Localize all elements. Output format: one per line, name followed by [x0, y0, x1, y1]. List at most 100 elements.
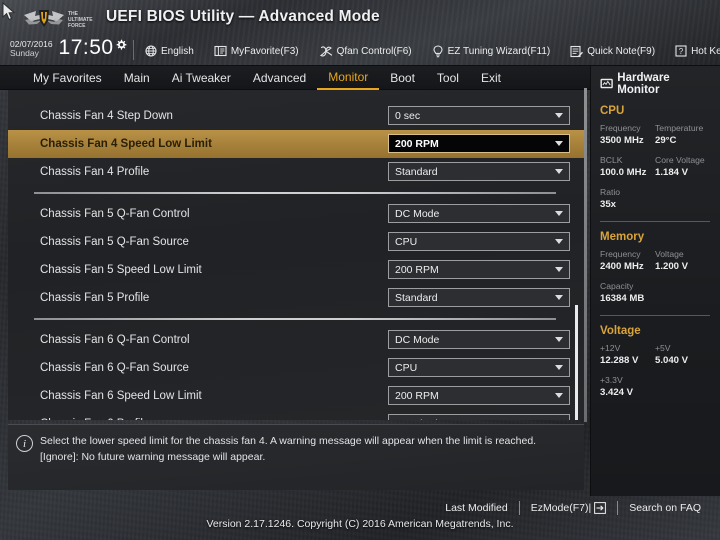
setting-value: DC Mode [395, 207, 440, 220]
chevron-down-icon [555, 295, 563, 300]
setting-value: Standard [395, 418, 555, 421]
setting-row-chassis-fan-5-profile[interactable]: Chassis Fan 5 Profile Standard [8, 284, 584, 312]
group-separator [8, 186, 584, 200]
tab-advanced[interactable]: Advanced [242, 67, 317, 89]
last-modified-button[interactable]: Last Modified [434, 502, 518, 514]
monitor-icon [600, 78, 613, 89]
hw-entry-5v: +5V 5.040 V [655, 342, 710, 367]
hardware-monitor-panel: Hardware Monitor CPU Frequency 3500 MHz … [590, 66, 720, 496]
setting-dropdown[interactable]: 200 RPM [388, 260, 570, 279]
last-modified-label: Last Modified [445, 502, 508, 514]
note-pencil-icon [570, 45, 584, 57]
myfavorite-button[interactable]: MyFavorite(F3) [214, 45, 299, 57]
setting-dropdown[interactable]: Standard [388, 288, 570, 307]
arrow-exit-icon [594, 502, 607, 514]
setting-label: Chassis Fan 5 Q-Fan Source [40, 236, 189, 248]
setting-dropdown[interactable]: Standard [388, 162, 570, 181]
ezmode-button[interactable]: EzMode(F7)| [520, 502, 618, 514]
hw-value: 3500 MHz [600, 135, 644, 146]
tab-tool[interactable]: Tool [426, 67, 470, 89]
settings-scrollbar[interactable] [570, 90, 582, 420]
tab-boot[interactable]: Boot [379, 67, 426, 89]
date-time-display: 02/07/2016 Sunday 17:50 [10, 37, 127, 58]
setting-label: Chassis Fan 5 Profile [40, 292, 150, 304]
logo-text-force: FORCE [68, 23, 86, 29]
setting-row-chassis-fan-4-profile[interactable]: Chassis Fan 4 Profile Standard [8, 158, 584, 186]
setting-row-chassis-fan-4-speed-low-limit[interactable]: Chassis Fan 4 Speed Low Limit 200 RPM [8, 130, 584, 158]
setting-dropdown[interactable]: 200 RPM [388, 134, 570, 153]
tuf-ultimate-force-logo: THE ULTIMATE FORCE [24, 10, 93, 29]
language-button[interactable]: English [145, 45, 194, 57]
hw-key: Core Voltage [655, 155, 705, 165]
setting-value: 200 RPM [395, 137, 439, 150]
setting-row-chassis-fan-6-profile[interactable]: Chassis Fan 6 Profile Standard [8, 410, 584, 420]
hw-value: 2400 MHz [600, 261, 644, 272]
qfan-control-button[interactable]: Qfan Control(F6) [319, 45, 412, 57]
language-label: English [161, 45, 194, 57]
setting-dropdown[interactable]: DC Mode [388, 330, 570, 349]
hw-value: 12.288 V [600, 355, 639, 366]
hw-entry-frequency: Frequency 3500 MHz [600, 122, 655, 147]
tab-main[interactable]: Main [113, 67, 161, 89]
ez-tuning-wizard-label: EZ Tuning Wizard(F11) [447, 45, 551, 57]
hw-key: Frequency [600, 249, 641, 259]
hw-section-title-memory: Memory [600, 231, 645, 243]
globe-icon [145, 45, 157, 57]
chevron-down-icon [555, 239, 563, 244]
lightbulb-icon [433, 44, 443, 57]
qfan-control-label: Qfan Control(F6) [336, 45, 412, 57]
hw-value: 35x [600, 199, 617, 210]
setting-row-chassis-fan-6-q-fan-control[interactable]: Chassis Fan 6 Q-Fan Control DC Mode [8, 326, 584, 354]
hw-key: +3.3V [600, 375, 623, 385]
quick-note-button[interactable]: Quick Note(F9) [570, 45, 655, 58]
hw-key: Temperature [655, 123, 704, 133]
setting-dropdown[interactable]: CPU [388, 232, 570, 251]
header-divider [133, 40, 134, 60]
hw-key: Voltage [655, 249, 684, 259]
tab-ai-tweaker[interactable]: Ai Tweaker [161, 67, 242, 89]
chevron-down-icon [555, 113, 563, 118]
chevron-down-icon [555, 141, 563, 146]
setting-dropdown[interactable]: 200 RPM [388, 386, 570, 405]
setting-row-chassis-fan-5-q-fan-control[interactable]: Chassis Fan 5 Q-Fan Control DC Mode [8, 200, 584, 228]
hw-entry-bclk: BCLK 100.0 MHz [600, 154, 655, 179]
chevron-down-icon [555, 393, 563, 398]
setting-value: DC Mode [395, 333, 440, 346]
setting-label: Chassis Fan 5 Speed Low Limit [40, 264, 202, 276]
setting-row-chassis-fan-5-speed-low-limit[interactable]: Chassis Fan 5 Speed Low Limit 200 RPM [8, 256, 584, 284]
hw-entry-mem-frequency: Frequency 2400 MHz [600, 248, 655, 273]
setting-value: 200 RPM [395, 263, 439, 276]
myfavorite-label: MyFavorite(F3) [230, 45, 299, 57]
setting-label: Chassis Fan 4 Speed Low Limit [40, 138, 212, 150]
setting-dropdown[interactable]: Standard [388, 414, 570, 420]
header-bar: THE ULTIMATE FORCE UEFI BIOS Utility — A… [0, 0, 720, 66]
hw-value: 29°C [655, 135, 677, 146]
footer-bar: Last Modified EzMode(F7)| Search on FAQ [0, 496, 720, 520]
gear-icon[interactable] [115, 39, 127, 51]
setting-dropdown[interactable]: 0 sec [388, 106, 570, 125]
setting-value: Standard [395, 291, 438, 304]
hw-divider [600, 221, 710, 222]
scrollbar-thumb[interactable] [575, 305, 578, 420]
setting-row-chassis-fan-5-q-fan-source[interactable]: Chassis Fan 5 Q-Fan Source CPU [8, 228, 584, 256]
setting-dropdown[interactable]: DC Mode [388, 204, 570, 223]
quick-note-label: Quick Note(F9) [587, 45, 656, 57]
tab-monitor[interactable]: Monitor [317, 66, 380, 90]
fan-icon [319, 46, 332, 57]
hw-value: 5.040 V [655, 355, 689, 366]
search-on-faq-button[interactable]: Search on FAQ [618, 502, 712, 514]
hw-section-cpu: Frequency 3500 MHz Temperature 29°C BCLK… [600, 122, 710, 218]
tab-exit[interactable]: Exit [470, 67, 512, 89]
setting-value: Standard [395, 165, 438, 178]
setting-row-chassis-fan-6-speed-low-limit[interactable]: Chassis Fan 6 Speed Low Limit 200 RPM [8, 382, 584, 410]
help-panel: i Select the lower speed limit for the c… [8, 424, 584, 490]
help-text: Select the lower speed limit for the cha… [40, 433, 575, 465]
setting-row-chassis-fan-6-q-fan-source[interactable]: Chassis Fan 6 Q-Fan Source CPU [8, 354, 584, 382]
version-text: Version 2.17.1246. Copyright (C) 2016 Am… [206, 518, 514, 530]
ez-tuning-wizard-button[interactable]: EZ Tuning Wizard(F11) [432, 44, 551, 58]
setting-dropdown[interactable]: CPU [388, 358, 570, 377]
chevron-down-icon [555, 211, 563, 216]
tab-my-favorites[interactable]: My Favorites [22, 67, 113, 89]
setting-row-chassis-fan-4-step-down[interactable]: Chassis Fan 4 Step Down 0 sec [8, 102, 584, 130]
hot-keys-button[interactable]: ? Hot Keys [675, 45, 720, 57]
